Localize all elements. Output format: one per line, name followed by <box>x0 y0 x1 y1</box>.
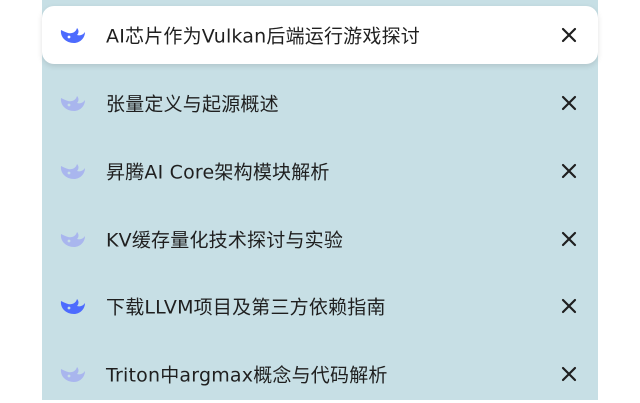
close-icon[interactable] <box>558 24 580 46</box>
close-icon[interactable] <box>558 295 580 317</box>
conversation-item[interactable]: Triton中argmax概念与代码解析 <box>42 345 598 403</box>
deepseek-whale-icon <box>58 228 88 250</box>
conversation-title: AI芯片作为Vulkan后端运行游戏探讨 <box>106 25 420 48</box>
conversation-title: 下载LLVM项目及第三方依赖指南 <box>106 296 386 319</box>
conversation-item[interactable]: AI芯片作为Vulkan后端运行游戏探讨 <box>42 6 598 64</box>
close-icon[interactable] <box>558 228 580 250</box>
deepseek-whale-icon <box>58 92 88 114</box>
deepseek-whale-icon <box>58 363 88 385</box>
close-icon[interactable] <box>558 363 580 385</box>
close-icon[interactable] <box>558 160 580 182</box>
conversation-title: KV缓存量化技术探讨与实验 <box>106 229 344 252</box>
conversation-item[interactable]: KV缓存量化技术探讨与实验 <box>42 210 598 268</box>
conversation-title: 昇腾AI Core架构模块解析 <box>106 161 330 184</box>
deepseek-whale-icon <box>58 24 88 46</box>
deepseek-whale-icon <box>58 160 88 182</box>
conversation-title: Triton中argmax概念与代码解析 <box>106 364 388 387</box>
close-icon[interactable] <box>558 92 580 114</box>
conversation-item[interactable]: 昇腾AI Core架构模块解析 <box>42 142 598 200</box>
conversation-title: 张量定义与起源概述 <box>106 93 279 116</box>
conversation-item[interactable]: 下载LLVM项目及第三方依赖指南 <box>42 277 598 335</box>
conversation-item[interactable]: 张量定义与起源概述 <box>42 74 598 132</box>
deepseek-whale-icon <box>58 295 88 317</box>
